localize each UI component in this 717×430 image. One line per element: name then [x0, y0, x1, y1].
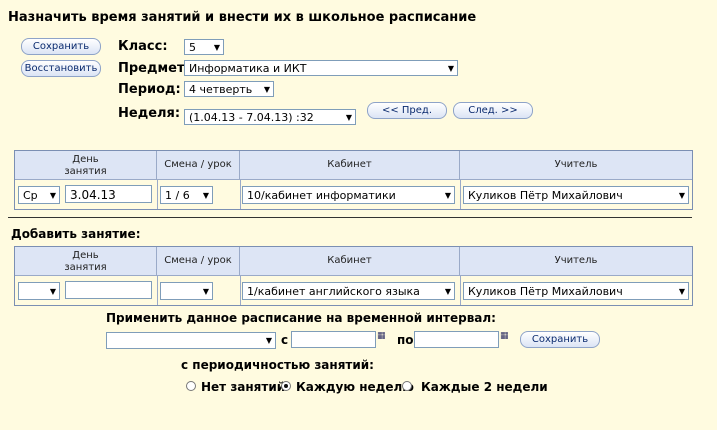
restore-button[interactable]: Восстановить	[21, 60, 101, 77]
add-teacher-select[interactable]: Куликов Пётр Михайлович ▼	[463, 282, 689, 300]
section-divider	[8, 217, 692, 218]
chevron-down-icon: ▼	[345, 113, 352, 122]
radio-no-lessons[interactable]	[186, 381, 196, 391]
calendar-icon[interactable]: ▦	[500, 331, 511, 342]
add-room-value: 1/кабинет английского языка	[247, 285, 420, 298]
chevron-down-icon: ▼	[213, 43, 220, 52]
teacher-value: Куликов Пётр Михайлович	[468, 189, 623, 202]
header-room: Кабинет	[240, 151, 460, 179]
teacher-select[interactable]: Куликов Пётр Михайлович ▼	[463, 186, 689, 204]
calendar-icon[interactable]: ▦	[377, 331, 388, 342]
header-shift: Смена / урок	[157, 151, 240, 179]
header-room: Кабинет	[240, 247, 460, 275]
add-date-input[interactable]	[65, 281, 152, 299]
col-divider	[240, 275, 241, 305]
period-select[interactable]: 4 четверть ▼	[184, 81, 274, 97]
prev-week-button[interactable]: << Пред.	[367, 102, 447, 119]
chevron-down-icon: ▼	[49, 287, 56, 296]
save-interval-button[interactable]: Сохранить	[520, 331, 600, 348]
interval-select[interactable]: ▼	[106, 332, 276, 349]
next-week-button[interactable]: След. >>	[453, 102, 533, 119]
header-shift: Смена / урок	[157, 247, 240, 275]
week-select[interactable]: (1.04.13 - 7.04.13) :32 ▼	[184, 109, 356, 125]
header-divider	[15, 275, 692, 276]
from-label: с	[281, 333, 289, 347]
apply-interval-label: Применить данное расписание на временной…	[106, 311, 496, 325]
add-day-select[interactable]: ▼	[18, 282, 60, 300]
to-date-input[interactable]	[414, 331, 499, 348]
radio-every-2-weeks-label: Каждые 2 недели	[421, 380, 548, 394]
header-day: День занятия	[15, 247, 157, 275]
col-divider	[157, 179, 158, 209]
chevron-down-icon: ▼	[444, 191, 451, 200]
col-divider	[157, 275, 158, 305]
date-input[interactable]: 3.04.13	[65, 185, 152, 203]
week-label: Неделя:	[118, 106, 181, 121]
chevron-down-icon: ▼	[447, 64, 454, 73]
add-lesson-label: Добавить занятие:	[11, 227, 141, 241]
day-select[interactable]: Ср ▼	[18, 186, 60, 204]
period-value: 4 четверть	[189, 83, 253, 96]
to-label: по	[397, 333, 414, 347]
period-label: Период:	[118, 82, 181, 97]
header-teacher: Учитель	[460, 247, 692, 275]
add-teacher-value: Куликов Пётр Михайлович	[468, 285, 623, 298]
subject-value: Информатика и ИКТ	[189, 62, 307, 75]
periodicity-label: с периодичностью занятий:	[181, 358, 374, 372]
chevron-down-icon: ▼	[202, 191, 209, 200]
chevron-down-icon: ▼	[202, 287, 209, 296]
room-select[interactable]: 10/кабинет информатики ▼	[242, 186, 455, 204]
day-value: Ср	[23, 189, 38, 202]
col-divider	[240, 179, 241, 209]
chevron-down-icon: ▼	[49, 191, 56, 200]
chevron-down-icon: ▼	[678, 191, 685, 200]
page-title: Назначить время занятий и внести их в шк…	[8, 10, 477, 25]
room-value: 10/кабинет информатики	[247, 189, 396, 202]
radio-every-week[interactable]	[281, 381, 291, 391]
class-select[interactable]: 5 ▼	[184, 39, 224, 55]
header-teacher: Учитель	[460, 151, 692, 179]
subject-label: Предмет:	[118, 61, 190, 76]
add-room-select[interactable]: 1/кабинет английского языка ▼	[242, 282, 455, 300]
save-button[interactable]: Сохранить	[21, 38, 101, 55]
radio-no-lessons-label: Нет занятий	[201, 380, 286, 394]
radio-every-week-label: Каждую неделю	[296, 380, 414, 394]
radio-every-2-weeks[interactable]	[402, 381, 412, 391]
col-divider	[460, 179, 461, 209]
subject-select[interactable]: Информатика и ИКТ ▼	[184, 60, 458, 76]
header-divider	[15, 179, 692, 180]
from-date-input[interactable]	[291, 331, 376, 348]
chevron-down-icon: ▼	[263, 85, 270, 94]
chevron-down-icon: ▼	[265, 336, 272, 345]
shift-value: 1 / 6	[165, 189, 190, 202]
class-label: Класс:	[118, 39, 168, 54]
week-value: (1.04.13 - 7.04.13) :32	[189, 111, 314, 124]
col-divider	[460, 275, 461, 305]
chevron-down-icon: ▼	[678, 287, 685, 296]
class-value: 5	[189, 41, 196, 54]
add-shift-select[interactable]: ▼	[160, 282, 213, 300]
shift-select[interactable]: 1 / 6 ▼	[160, 186, 213, 204]
chevron-down-icon: ▼	[444, 287, 451, 296]
header-day: День занятия	[15, 151, 157, 179]
